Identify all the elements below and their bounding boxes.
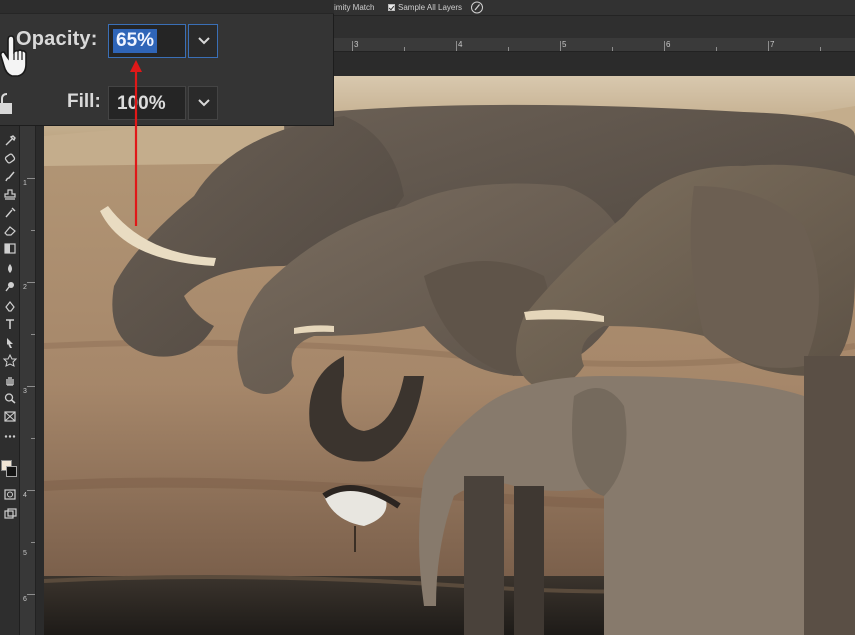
sample-all-layers-option[interactable]: Sample All Layers (388, 1, 462, 14)
stamp-icon[interactable] (3, 188, 17, 201)
eraser-icon[interactable] (3, 224, 17, 237)
sample-all-layers-label: Sample All Layers (398, 3, 463, 12)
contiguous-match-label: imity Match (334, 3, 375, 12)
dodge-icon[interactable] (3, 280, 17, 293)
zoom-icon[interactable] (3, 392, 17, 405)
lock-icon[interactable] (0, 92, 14, 116)
opacity-dropdown-button[interactable] (188, 24, 218, 58)
shape-icon[interactable] (3, 354, 17, 367)
fill-label[interactable]: Fill: (67, 91, 101, 113)
brush-icon[interactable] (3, 170, 17, 183)
chevron-down-icon (198, 99, 210, 107)
path-selection-icon[interactable] (3, 336, 17, 349)
panel-header (0, 0, 334, 14)
ruler-number: 4 (23, 492, 27, 499)
ruler-number: 5 (23, 550, 27, 557)
sample-all-layers-checkbox[interactable] (388, 4, 395, 11)
screen-mode-icon[interactable] (3, 508, 17, 521)
frame-icon[interactable] (3, 410, 17, 423)
chevron-down-icon (198, 37, 210, 45)
layers-panel: Opacity: 65% Fill: 100% (0, 0, 334, 126)
pen-icon[interactable] (3, 300, 17, 313)
ruler-number: 5 (562, 40, 567, 49)
ruler-number: 1 (23, 180, 27, 187)
opacity-label[interactable]: Opacity: (16, 28, 98, 51)
background-color-swatch[interactable] (6, 466, 17, 477)
canvas-margin (36, 126, 44, 635)
history-brush-icon[interactable] (3, 206, 17, 219)
hand-pointer-icon (0, 35, 27, 77)
healing-brush-icon[interactable] (3, 152, 17, 165)
quick-mask-icon[interactable] (3, 488, 17, 501)
ruler-number: 6 (666, 40, 671, 49)
eyedropper-icon[interactable] (3, 134, 17, 147)
annotation-arrow (130, 60, 142, 226)
tools-panel (0, 126, 20, 635)
ruler-number: 4 (458, 40, 463, 49)
ruler-number: 6 (23, 596, 27, 603)
blur-icon[interactable] (3, 262, 17, 275)
fill-input[interactable]: 100% (108, 86, 186, 120)
brush-pressure-icon[interactable] (470, 1, 484, 14)
more-tools-icon[interactable] (3, 430, 17, 443)
ruler-number: 3 (354, 40, 359, 49)
ruler-number: 7 (770, 40, 775, 49)
opacity-input[interactable]: 65% (108, 24, 186, 58)
gradient-icon[interactable] (3, 242, 17, 255)
document-canvas[interactable] (44, 76, 855, 635)
ruler-number: 2 (23, 284, 27, 291)
elephant-photo (44, 76, 855, 635)
type-icon[interactable] (3, 318, 17, 331)
fill-dropdown-button[interactable] (188, 86, 218, 120)
vertical-ruler: 1 2 3 4 5 6 (20, 126, 36, 635)
ruler-number: 3 (23, 388, 27, 395)
hand-tool-icon[interactable] (3, 374, 17, 387)
opacity-value[interactable]: 65% (113, 29, 158, 53)
